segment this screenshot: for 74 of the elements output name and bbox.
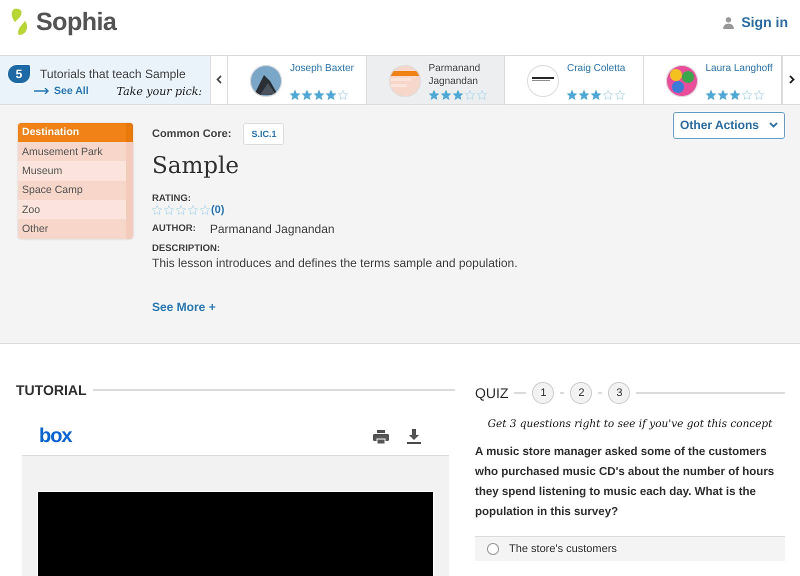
rating-count[interactable]: (0) [211,204,224,216]
star-icon [326,90,336,100]
tutorial-card[interactable]: Parmanand Jagnandan [366,56,505,104]
star-icon [164,204,174,215]
star-icon [464,90,474,100]
table-cell: Zoo [18,200,133,220]
star-icon [730,90,740,100]
quiz-subtitle: Get 3 questions right to see if you've got this concept [486,418,774,430]
star-icon [428,90,438,100]
star-icon [718,90,728,100]
author-name[interactable]: Laura Langhoff [706,62,773,75]
star-icon [176,204,186,215]
star-icon [152,204,162,215]
viewer-logo: box [39,425,72,448]
sign-in-link[interactable]: Sign in [722,14,788,30]
star-icon [314,90,324,100]
chevron-right-icon [788,75,794,84]
lesson-title: Sample [152,152,240,179]
star-icon [615,90,625,100]
person-icon [722,16,736,29]
question-step[interactable]: 3 [608,382,630,404]
chevron-left-icon [216,75,222,84]
print-icon[interactable] [373,430,389,444]
tutorial-card[interactable]: Laura Langhoff [644,56,782,104]
chevron-down-icon [768,122,778,128]
description-text: This lesson introduces and defines the terms sample and population. [152,256,519,270]
rating-label: RATING: [152,192,192,204]
star-icon [302,90,312,100]
question-text: A music store manager asked some of the customers who purchased music CD's about the number of hours they spend listening to music each day. What is the population in this survey? [475,445,776,520]
author-label: AUTHOR: [152,223,196,234]
count-badge: 5 [8,64,30,83]
tutorial-heading: TUTORIAL [16,382,87,398]
question-step[interactable]: 1 [532,382,554,404]
author-name[interactable]: Craig Coletta [567,62,626,75]
answer-option[interactable]: The store's customers [475,536,785,561]
author-name[interactable]: Parmanand Jagnandan [428,62,498,88]
common-core-label: Common Core: [152,128,232,140]
arrow-icon [34,88,50,94]
star-icon [754,90,764,100]
radio-button[interactable] [487,543,499,555]
table-cell: Other [18,219,133,239]
star-icon [188,204,198,215]
standard-tag[interactable]: S.IC.1 [243,122,284,145]
star-icon [591,90,601,100]
author-name[interactable]: Joseph Baxter [290,62,354,75]
table-cell: Amusement Park [18,142,133,162]
previous-button[interactable] [210,56,228,104]
answer-text: The store's customers [509,543,617,555]
table-header: Destination [18,122,133,142]
star-icon [603,90,613,100]
star-icon [440,90,450,100]
table-cell: Museum [18,161,133,181]
other-actions-button[interactable]: Other Actions [673,112,785,139]
star-icon [338,90,348,100]
quiz-heading: QUIZ [475,385,508,401]
star-icon [742,90,752,100]
star-icon [706,90,716,100]
tutorials-title: Tutorials that teach Sample [40,66,186,81]
star-icon [579,90,589,100]
logo-icon [10,8,30,36]
description-label: DESCRIPTION: [152,242,222,254]
see-all-link[interactable]: See All [34,85,89,98]
see-more-link[interactable]: See More + [152,300,673,314]
star-icon [290,90,300,100]
star-icon [567,90,577,100]
table-cell: Space Camp [18,180,133,200]
star-icon [476,90,486,100]
question-step[interactable]: 2 [570,382,592,404]
author-name: Parmanand Jagnandan [210,222,335,236]
star-icon [200,204,210,215]
download-icon[interactable] [407,429,421,444]
star-icon [452,90,462,100]
tagline: Take your pick: [116,84,202,98]
brand-name: Sophia [36,8,116,37]
